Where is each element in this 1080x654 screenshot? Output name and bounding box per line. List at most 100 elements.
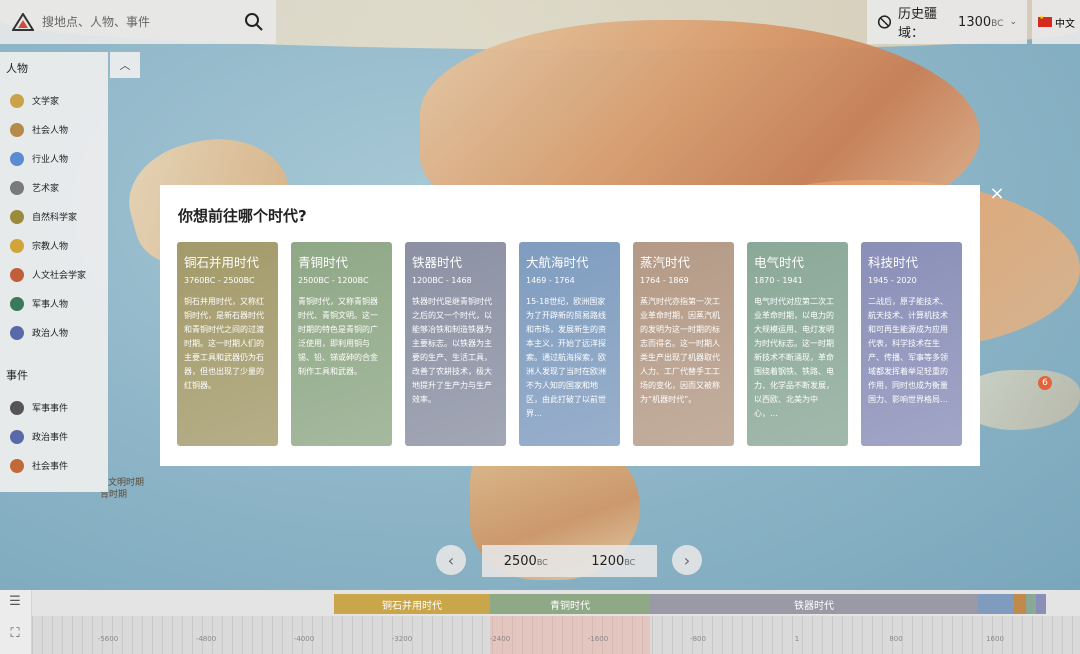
timeline-tick-label: -800 <box>690 635 706 643</box>
timeline-tick-label: 800 <box>889 635 903 643</box>
sidebar-item-label: 社会事件 <box>32 462 69 472</box>
chevron-down-icon: ⌄ <box>1009 17 1017 27</box>
sidebar-item-person-4[interactable]: 自然科学家 <box>0 202 108 231</box>
era-card-range: 3760BC - 2500BC <box>184 276 255 285</box>
era-card-name: 蒸汽时代 <box>640 255 691 270</box>
era-card[interactable]: 铁器时代 1200BC - 1468 铁器时代是继青铜时代之后的又一个时代，以能够冶… <box>405 242 506 446</box>
timeline-tick-label: -4000 <box>293 635 315 643</box>
era-card-desc: 二战后，原子能技术、航天技术、计算机技术和可再生能源成为应用代表，科学技术在生产… <box>868 297 948 404</box>
no-entry-icon <box>877 15 892 29</box>
timeline-band-age-of-discovery[interactable] <box>978 594 1014 614</box>
timeline-tick-label: -5600 <box>97 635 119 643</box>
sidebar: 人物 文学家 社会人物 行业人物 艺术家 自然科学家 宗教人物 人文社会学家 军事人物 政治人物… <box>0 52 108 492</box>
sidebar-item-label: 人文社会学家 <box>32 271 87 281</box>
timeline-toolbar: ☰ ⛶ <box>0 590 32 654</box>
logo-icon <box>12 13 34 31</box>
sidebar-item-label: 政治人物 <box>32 329 69 339</box>
era-card[interactable]: 蒸汽时代 1764 - 1869 蒸汽时代亦指第一次工业革命时期，因蒸汽机的发明为这… <box>633 242 734 446</box>
timeline-band-bronze[interactable]: 青铜时代 <box>490 594 650 614</box>
sidebar-item-label: 军事事件 <box>32 404 69 414</box>
person-category-icon <box>10 180 24 195</box>
sidebar-item-label: 政治事件 <box>32 433 69 443</box>
sidebar-item-person-5[interactable]: 宗教人物 <box>0 231 108 260</box>
timeline-tick-label: 1600 <box>986 635 1004 643</box>
era-card[interactable]: 大航海时代 1469 - 1764 15-18世纪，欧洲国家为了开辟新的贸易路线和市… <box>519 242 620 446</box>
sidebar-item-person-8[interactable]: 政治人物 <box>0 318 108 347</box>
era-card-name: 铜石并用时代 <box>184 255 260 270</box>
chevron-left-icon: ‹ <box>447 550 455 570</box>
person-category-icon <box>10 209 24 224</box>
era-card-desc: 15-18世纪，欧洲国家为了开辟新的贸易路线和市场，发展新生的资本主义，开始了远… <box>526 297 606 418</box>
range-end[interactable]: 1200BC <box>591 554 635 569</box>
era-card-desc: 铜石并用时代，又称红铜时代，是新石器时代和青铜时代之间的过渡时期。这一时期人们的… <box>184 297 264 390</box>
language-switcher[interactable]: 中文 <box>1032 0 1080 44</box>
sidebar-item-person-1[interactable]: 社会人物 <box>0 115 108 144</box>
era-card-name: 大航海时代 <box>526 255 589 270</box>
range-start[interactable]: 2500BC <box>504 554 548 569</box>
sidebar-collapse-button[interactable]: ︿ <box>110 52 140 78</box>
territory-era-select[interactable]: 历史疆域： 1300BC ⌄ <box>867 0 1027 44</box>
sidebar-item-event-1[interactable]: 政治事件 <box>0 422 108 451</box>
era-select-dialog: 你想前往哪个时代? 铜石并用时代 3760BC - 2500BC 铜石并用时代，又称… <box>160 185 980 466</box>
era-card[interactable]: 青铜时代 2500BC - 1200BC 青铜时代，又称青铜器时代、青铜文明。这一时… <box>291 242 392 446</box>
person-category-icon <box>10 267 24 282</box>
sidebar-item-person-3[interactable]: 艺术家 <box>0 173 108 202</box>
timeline-tick-label: -3200 <box>391 635 413 643</box>
sidebar-item-event-2[interactable]: 社会事件 <box>0 451 108 480</box>
era-card-desc: 青铜时代，又称青铜器时代、青铜文明。这一时期的特色是青铜的广泛使用，即利用铜与锡… <box>298 297 378 376</box>
era-card[interactable]: 科技时代 1945 - 2020 二战后，原子能技术、航天技术、计算机技术和可再生能… <box>861 242 962 446</box>
timeline-band-iron[interactable]: 铁器时代 <box>650 594 978 614</box>
timeline-tick-label: -2400 <box>489 635 511 643</box>
era-card-range: 2500BC - 1200BC <box>298 276 369 285</box>
sidebar-item-person-6[interactable]: 人文社会学家 <box>0 260 108 289</box>
timeline-tick-label: 1 <box>794 635 800 643</box>
timeline-band-chalcolithic[interactable]: 铜石并用时代 <box>334 594 490 614</box>
timeline-band-steam[interactable] <box>1014 594 1026 614</box>
sidebar-item-person-0[interactable]: 文学家 <box>0 86 108 115</box>
timeline-selection[interactable] <box>490 616 650 654</box>
map-cluster-badge[interactable]: 6 <box>1038 376 1052 390</box>
territory-year: 1300BC <box>958 14 1004 30</box>
sidebar-item-label: 社会人物 <box>32 126 69 136</box>
era-card-range: 1764 - 1869 <box>640 276 689 285</box>
event-category-icon <box>10 458 24 473</box>
territory-label: 历史疆域： <box>897 7 937 41</box>
person-category-icon <box>10 325 24 340</box>
list-icon[interactable]: ☰ <box>6 594 24 610</box>
era-card-desc: 蒸汽时代亦指第一次工业革命时期，因蒸汽机的发明为这一时期的标志而得名。这一时期人… <box>640 297 720 404</box>
close-icon[interactable]: × <box>988 185 1006 203</box>
search-bar <box>0 0 276 44</box>
era-card-name: 铁器时代 <box>412 255 463 270</box>
era-card[interactable]: 电气时代 1870 - 1941 电气时代对应第二次工业革命时期，以电力的大规模运用… <box>747 242 848 446</box>
fit-icon[interactable]: ⛶ <box>6 626 24 642</box>
person-category-icon <box>10 122 24 137</box>
person-category-icon <box>10 93 24 108</box>
china-flag-icon <box>1038 14 1052 27</box>
era-card-list: 铜石并用时代 3760BC - 2500BC 铜石并用时代，又称红铜时代，是新石器时… <box>177 242 962 446</box>
sidebar-item-label: 行业人物 <box>32 155 69 165</box>
era-card-name: 科技时代 <box>868 255 919 270</box>
sidebar-item-person-2[interactable]: 行业人物 <box>0 144 108 173</box>
timeline-tick-label: -4800 <box>195 635 217 643</box>
next-era-button[interactable]: › <box>672 545 702 575</box>
search-input[interactable] <box>42 15 244 29</box>
timeline[interactable]: ☰ ⛶ 铜石并用时代 青铜时代 铁器时代 -5600 -4800 -4000 -320… <box>0 590 1080 654</box>
timeline-band-tech[interactable] <box>1036 594 1046 614</box>
event-category-icon <box>10 429 24 444</box>
era-card[interactable]: 铜石并用时代 3760BC - 2500BC 铜石并用时代，又称红铜时代，是新石器时… <box>177 242 278 446</box>
era-card-range: 1469 - 1764 <box>526 276 575 285</box>
era-card-desc: 铁器时代是继青铜时代之后的又一个时代，以能够冶铁和制造铁器为主要标志。以铁器为主… <box>412 297 492 404</box>
dialog-title: 你想前往哪个时代? <box>178 207 307 225</box>
sidebar-item-label: 文学家 <box>32 97 60 107</box>
event-category-icon <box>10 400 24 415</box>
person-category-icon <box>10 238 24 253</box>
prev-era-button[interactable]: ‹ <box>436 545 466 575</box>
year-range-display: 2500BC 1200BC <box>482 545 657 577</box>
sidebar-item-event-0[interactable]: 军事事件 <box>0 393 108 422</box>
timeline-tick-label: -1600 <box>587 635 609 643</box>
sidebar-item-person-7[interactable]: 军事人物 <box>0 289 108 318</box>
timeline-band-electric[interactable] <box>1026 594 1036 614</box>
language-label: 中文 <box>1055 18 1075 30</box>
era-card-name: 青铜时代 <box>298 255 349 270</box>
search-icon[interactable] <box>244 12 264 32</box>
